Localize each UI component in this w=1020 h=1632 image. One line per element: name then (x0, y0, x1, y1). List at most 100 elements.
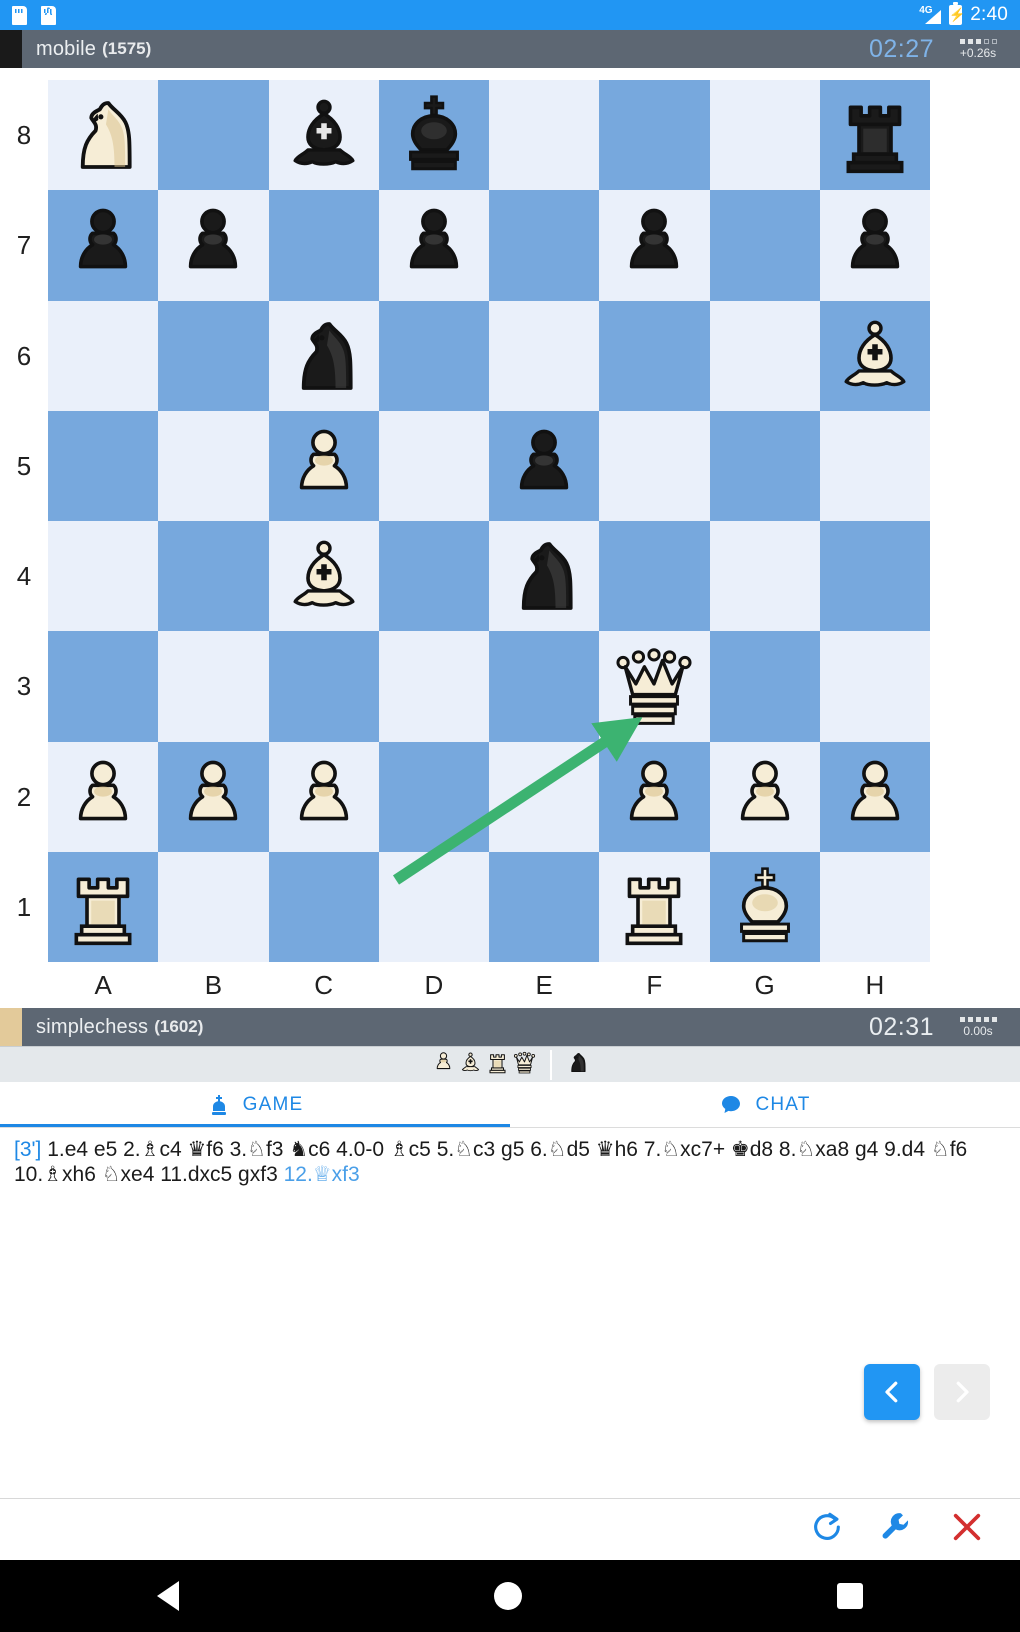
top-player-bar[interactable]: mobile (1575) 02:27 +0.26s (0, 30, 1020, 68)
board-square-a4[interactable] (48, 521, 159, 632)
board-square-c5[interactable] (268, 410, 379, 521)
board-square-h2[interactable] (819, 741, 930, 852)
chess-board-area[interactable]: 87654321 A B C D E F G H (0, 68, 1020, 1008)
board-square-b3[interactable] (158, 631, 269, 742)
chess-board[interactable] (48, 80, 930, 962)
move-list-line1[interactable]: 1.e4 e5 2.♗c4 ♛f6 3.♘f3 ♞c6 4.0-0 ♗c5 5.… (47, 1138, 967, 1161)
game-action-bar[interactable] (0, 1498, 1020, 1560)
bottom-player-clock: 02:31 (868, 1012, 934, 1041)
board-square-h1[interactable] (819, 851, 930, 962)
board-square-b5[interactable] (158, 410, 269, 521)
board-square-h6[interactable] (819, 300, 930, 411)
move-list-current-move[interactable]: 12.♕xf3 (284, 1163, 360, 1186)
board-square-a8[interactable] (48, 80, 159, 191)
board-square-f5[interactable] (599, 410, 710, 521)
captured-pieces-strip (0, 1046, 1020, 1082)
close-button[interactable] (950, 1510, 984, 1549)
board-square-c6[interactable] (268, 300, 379, 411)
move-list-panel[interactable]: [3'] 1.e4 e5 2.♗c4 ♛f6 3.♘f3 ♞c6 4.0-0 ♗… (0, 1128, 1020, 1460)
board-square-d6[interactable] (378, 300, 489, 411)
board-square-c1[interactable] (268, 851, 379, 962)
board-square-d1[interactable] (378, 851, 489, 962)
recents-button[interactable] (836, 1583, 863, 1609)
board-square-f8[interactable] (599, 80, 710, 191)
board-square-f2[interactable] (599, 741, 710, 852)
settings-button[interactable] (880, 1510, 914, 1549)
board-square-d5[interactable] (378, 410, 489, 521)
tab-game[interactable]: GAME (0, 1082, 510, 1127)
board-square-e6[interactable] (489, 300, 600, 411)
move-navigation[interactable] (864, 1364, 990, 1420)
bottom-player-rating: (1602) (154, 1017, 204, 1036)
move-list[interactable]: [3'] 1.e4 e5 2.♗c4 ♛f6 3.♘f3 ♞c6 4.0-0 ♗… (14, 1138, 1006, 1188)
board-square-f4[interactable] (599, 521, 710, 632)
board-square-b4[interactable] (158, 521, 269, 632)
next-move-button[interactable] (934, 1364, 990, 1420)
board-square-e8[interactable] (489, 80, 600, 191)
board-square-g7[interactable] (709, 190, 820, 301)
tab-chat[interactable]: CHAT (510, 1082, 1020, 1127)
board-square-d2[interactable] (378, 741, 489, 852)
bottom-player-bar[interactable]: simplechess (1602) 02:31 0.00s (0, 1008, 1020, 1046)
board-square-a3[interactable] (48, 631, 159, 742)
board-square-h3[interactable] (819, 631, 930, 742)
board-square-d7[interactable] (378, 190, 489, 301)
board-square-h8[interactable] (819, 80, 930, 191)
bottom-lag-text: 0.00s (963, 1023, 993, 1038)
board-square-b2[interactable] (158, 741, 269, 852)
board-square-b1[interactable] (158, 851, 269, 962)
board-square-c3[interactable] (268, 631, 379, 742)
board-square-c7[interactable] (268, 190, 379, 301)
captured-white-rook (484, 1049, 511, 1081)
board-square-e1[interactable] (489, 851, 600, 962)
board-square-g3[interactable] (709, 631, 820, 742)
board-square-b6[interactable] (158, 300, 269, 411)
file-label-c: C (314, 970, 334, 1000)
board-square-g2[interactable] (709, 741, 820, 852)
board-square-a7[interactable] (48, 190, 159, 301)
board-square-g6[interactable] (709, 300, 820, 411)
board-square-f6[interactable] (599, 300, 710, 411)
board-square-c4[interactable] (268, 521, 379, 632)
board-square-a5[interactable] (48, 410, 159, 521)
board-square-g8[interactable] (709, 80, 820, 191)
board-square-a2[interactable] (48, 741, 159, 852)
chevron-left-icon (885, 1381, 898, 1403)
file-label-g: G (754, 970, 775, 1000)
board-square-d4[interactable] (378, 521, 489, 632)
rank-labels: 8 7 6 5 4 3 2 1 (0, 80, 48, 962)
rank-label-4: 4 (16, 561, 32, 591)
tab-chat-label: CHAT (755, 1093, 811, 1115)
board-square-d8[interactable] (378, 80, 489, 191)
board-square-e4[interactable] (489, 521, 600, 632)
move-list-line2[interactable]: 10.♗xh6 ♘xe4 11.dxc5 gxf3 (14, 1163, 284, 1186)
rematch-button[interactable] (810, 1510, 844, 1549)
board-square-f1[interactable] (599, 851, 710, 962)
board-square-e7[interactable] (489, 190, 600, 301)
board-square-f3[interactable] (599, 631, 710, 742)
board-square-g5[interactable] (709, 410, 820, 521)
board-square-e2[interactable] (489, 741, 600, 852)
board-square-c8[interactable] (268, 80, 379, 191)
board-square-d3[interactable] (378, 631, 489, 742)
board-square-a6[interactable] (48, 300, 159, 411)
board-square-f7[interactable] (599, 190, 710, 301)
android-nav-bar[interactable] (0, 1560, 1020, 1632)
rank-label-3: 3 (16, 671, 32, 702)
board-square-b8[interactable] (158, 80, 269, 191)
previous-move-button[interactable] (864, 1364, 920, 1420)
top-player-lag: +0.26s (944, 38, 1020, 60)
board-square-h4[interactable] (819, 521, 930, 632)
back-button[interactable] (157, 1581, 180, 1611)
board-square-g4[interactable] (709, 521, 820, 632)
board-square-a1[interactable] (48, 851, 159, 962)
board-square-e3[interactable] (489, 631, 600, 742)
board-square-h7[interactable] (819, 190, 930, 301)
board-square-g1[interactable] (709, 851, 820, 962)
home-button[interactable] (493, 1582, 522, 1610)
board-square-e5[interactable] (489, 410, 600, 521)
board-square-h5[interactable] (819, 410, 930, 521)
board-square-b7[interactable] (158, 190, 269, 301)
board-square-c2[interactable] (268, 741, 379, 852)
tab-bar[interactable]: GAME CHAT (0, 1082, 1020, 1128)
